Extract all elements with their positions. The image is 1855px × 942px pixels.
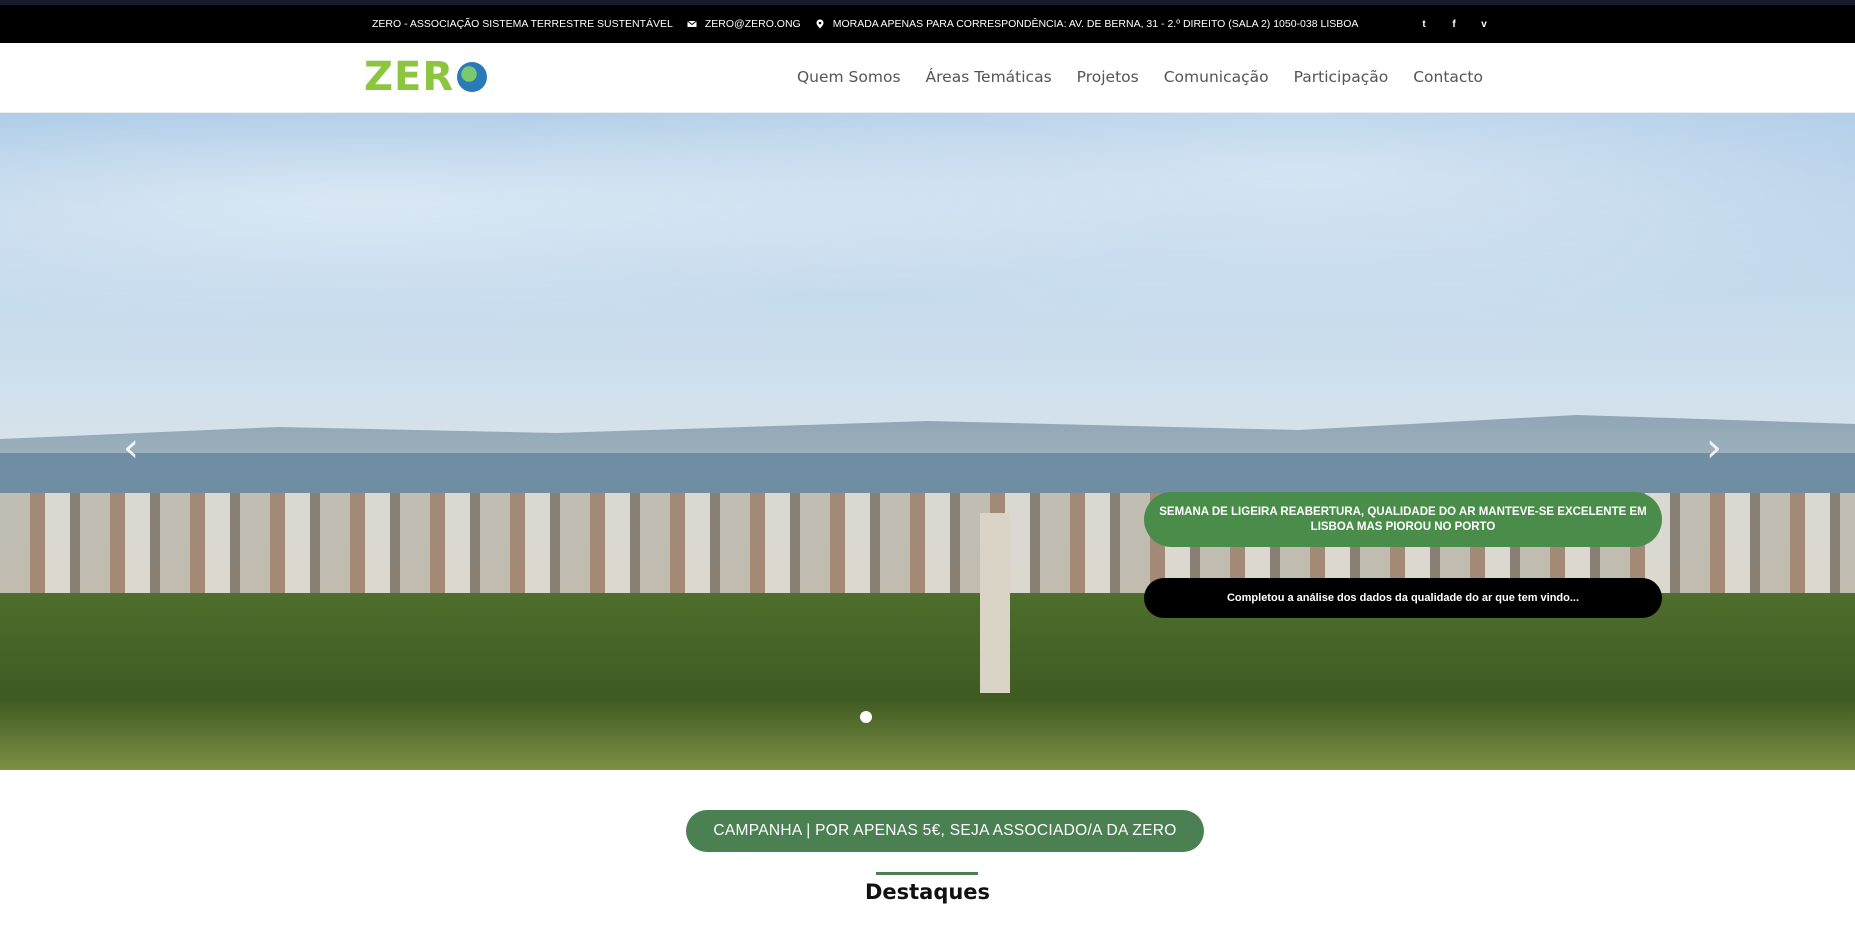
top-bar-info: ZERO - ASSOCIAÇÃO SISTEMA TERRESTRE SUST…	[372, 5, 1358, 43]
slider-next-icon[interactable]: ›	[1706, 425, 1722, 471]
logo[interactable]: ZER	[364, 54, 488, 100]
main-nav: Quem Somos Áreas Temáticas Projetos Comu…	[797, 68, 1483, 86]
nav-item-projetos[interactable]: Projetos	[1077, 68, 1139, 86]
section-title: Destaques	[864, 880, 991, 904]
nav-item-participacao[interactable]: Participação	[1294, 68, 1389, 86]
slider-prev-icon[interactable]: ‹	[123, 425, 139, 471]
facebook-icon[interactable]: f	[1448, 19, 1460, 30]
address-text: MORADA APENAS PARA CORRESPONDÊNCIA: AV. …	[832, 18, 1359, 30]
org-name: ZERO - ASSOCIAÇÃO SISTEMA TERRESTRE SUST…	[372, 18, 673, 30]
location-pin-icon	[815, 19, 825, 29]
nav-item-contacto[interactable]: Contacto	[1413, 68, 1483, 86]
nav-item-areas-tematicas[interactable]: Áreas Temáticas	[926, 68, 1052, 86]
hero-sky	[0, 113, 1855, 409]
nav-item-quem-somos[interactable]: Quem Somos	[797, 68, 901, 86]
slide-caption-title[interactable]: SEMANA DE LIGEIRA REABERTURA, QUALIDADE …	[1144, 492, 1662, 547]
campaign-button[interactable]: CAMPANHA | POR APENAS 5€, SEJA ASSOCIADO…	[686, 810, 1204, 852]
nav-item-comunicacao[interactable]: Comunicação	[1164, 68, 1269, 86]
hero-monument	[980, 513, 1010, 693]
hero-park	[0, 593, 1855, 770]
social-links: t f v	[1418, 19, 1490, 30]
slider-dot[interactable]	[860, 711, 872, 723]
hero-slider	[0, 113, 1855, 770]
globe-icon	[457, 62, 488, 92]
logo-text: ZER	[364, 54, 455, 100]
email-link[interactable]: ZERO@ZERO.ONG	[705, 18, 801, 30]
mail-icon	[687, 19, 697, 29]
slide-caption-text[interactable]: Completou a análise dos dados da qualida…	[1144, 578, 1662, 618]
site-header: ZER Quem Somos Áreas Temáticas Projetos …	[0, 43, 1855, 113]
section-divider	[876, 872, 978, 875]
top-bar: ZERO - ASSOCIAÇÃO SISTEMA TERRESTRE SUST…	[0, 0, 1855, 43]
vimeo-icon[interactable]: v	[1478, 19, 1490, 30]
twitter-icon[interactable]: t	[1418, 19, 1430, 30]
